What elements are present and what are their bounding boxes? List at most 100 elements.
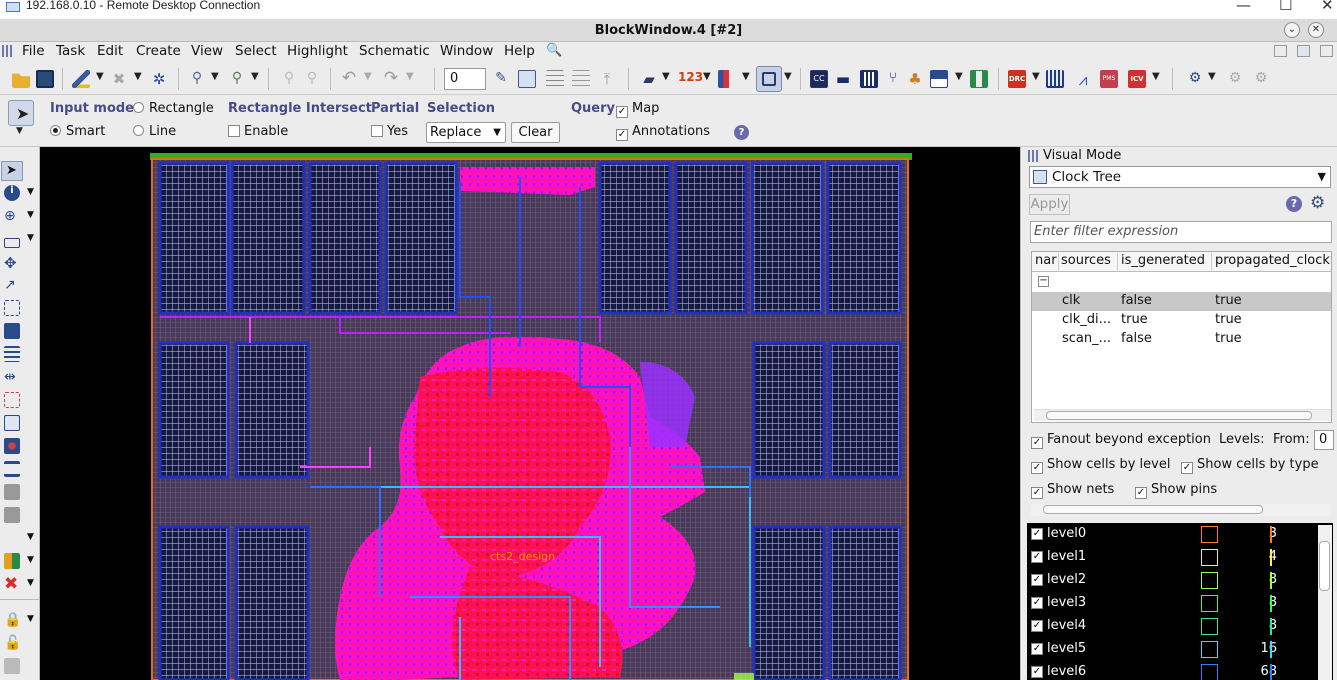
tile-icon[interactable] bbox=[1274, 45, 1287, 57]
float-icon[interactable] bbox=[1320, 45, 1333, 57]
probe2-dropdown-icon[interactable]: ▼ bbox=[251, 71, 259, 82]
layers-icon[interactable]: 123 bbox=[678, 70, 703, 88]
menu-select[interactable]: Select bbox=[235, 43, 277, 59]
prime-icon[interactable]: PMS bbox=[1100, 70, 1118, 88]
redo-dropdown-icon[interactable]: ▼ bbox=[406, 71, 414, 82]
histogram-icon[interactable] bbox=[1046, 70, 1064, 88]
copy-icon[interactable] bbox=[4, 323, 20, 339]
menu-file[interactable]: File bbox=[22, 43, 45, 59]
compare-icon[interactable] bbox=[970, 70, 988, 88]
settings-tree-icon[interactable]: ⚙ bbox=[1186, 70, 1204, 88]
delete-icon[interactable]: ✖ bbox=[110, 70, 128, 88]
cell-array-icon[interactable] bbox=[860, 70, 878, 88]
menu-edit[interactable]: Edit bbox=[97, 43, 123, 59]
visual-mode-dropdown-icon[interactable]: ▼ bbox=[784, 71, 792, 82]
redo-tree-icon[interactable]: ⚙ bbox=[1252, 70, 1270, 88]
chart-dropdown-icon[interactable]: ▼ bbox=[742, 71, 750, 82]
filter-input[interactable]: Enter filter expression bbox=[1030, 221, 1332, 243]
icv-dropdown-icon[interactable]: ▼ bbox=[1152, 71, 1160, 82]
level-color-swatch[interactable] bbox=[1201, 572, 1218, 589]
table-row[interactable]: scan_... false true bbox=[1032, 330, 1331, 349]
color-dropdown-icon[interactable]: ▼ bbox=[27, 555, 34, 565]
ruler-icon[interactable] bbox=[4, 238, 20, 248]
enable-checkbox[interactable]: Enable bbox=[228, 124, 288, 139]
table-row[interactable]: clk_di... true true bbox=[1032, 311, 1331, 330]
show-cells-level-checkbox[interactable]: ✓ Show cells by level bbox=[1031, 457, 1170, 474]
hierarchy-dropdown-icon[interactable]: ▼ bbox=[955, 71, 963, 82]
fork-icon[interactable]: ⑂ bbox=[884, 70, 902, 88]
level-color-swatch[interactable] bbox=[1201, 595, 1218, 612]
remove-icon[interactable]: ✖ bbox=[4, 576, 20, 593]
level-color-swatch[interactable] bbox=[1201, 526, 1218, 543]
undo-dropdown-icon[interactable]: ▼ bbox=[364, 71, 372, 82]
gear-icon[interactable]: ⚙ bbox=[1310, 193, 1325, 213]
level-row[interactable]: ✓ level3 8 bbox=[1027, 592, 1317, 615]
grid-tool-dropdown-icon[interactable]: ▼ bbox=[27, 532, 34, 542]
info-icon[interactable]: i bbox=[4, 185, 20, 201]
chart-icon[interactable] bbox=[718, 70, 736, 88]
stack-icon[interactable] bbox=[4, 346, 20, 362]
options-scrollbar[interactable] bbox=[1031, 504, 1331, 516]
show-pins-checkbox[interactable]: ✓ Show pins bbox=[1135, 482, 1217, 499]
menu-highlight[interactable]: Highlight bbox=[287, 43, 348, 59]
apply-button[interactable]: Apply bbox=[1029, 194, 1070, 215]
distribute-icon[interactable] bbox=[572, 70, 590, 88]
probe-dropdown-icon[interactable]: ▼ bbox=[211, 71, 219, 82]
message-icon[interactable]: ▰ bbox=[640, 70, 658, 88]
col-sources[interactable]: sources bbox=[1058, 253, 1118, 271]
level-row[interactable]: ✓ level5 16 bbox=[1027, 638, 1317, 661]
pen-dropdown-icon[interactable]: ▼ bbox=[96, 71, 104, 82]
minimize-button[interactable]: — bbox=[1236, 0, 1251, 14]
level-checkbox[interactable]: ✓ bbox=[1031, 551, 1043, 563]
collapse-icon[interactable]: − bbox=[1038, 276, 1049, 287]
rectangle-radio[interactable]: Rectangle bbox=[133, 101, 214, 116]
window-collapse-icon[interactable]: ⌄ bbox=[1284, 22, 1300, 38]
remove-dropdown-icon[interactable]: ▼ bbox=[27, 578, 34, 588]
probe2-icon[interactable]: ⚲ bbox=[228, 70, 246, 88]
col-is-generated[interactable]: is_generated bbox=[1118, 253, 1212, 271]
restore-icon[interactable] bbox=[1297, 45, 1310, 57]
show-cells-type-checkbox[interactable]: ✓ Show cells by type bbox=[1181, 457, 1319, 474]
ungroup-icon[interactable]: ⚲ bbox=[280, 70, 298, 88]
pen-icon[interactable] bbox=[72, 70, 90, 88]
maximize-button[interactable]: ☐ bbox=[1279, 0, 1292, 14]
layout-canvas[interactable]: cts2_design bbox=[40, 147, 1020, 680]
level-row[interactable]: ✓ level4 8 bbox=[1027, 615, 1317, 638]
col-name[interactable]: nar bbox=[1032, 253, 1059, 271]
grid-icon[interactable] bbox=[518, 70, 536, 88]
selection-select[interactable]: Replace ▼ bbox=[426, 122, 506, 143]
yes-checkbox[interactable]: Yes bbox=[371, 124, 408, 139]
align-icon[interactable] bbox=[546, 70, 564, 88]
menu-help[interactable]: Help bbox=[504, 43, 535, 59]
table-scrollbar[interactable] bbox=[1034, 409, 1331, 421]
level-color-swatch[interactable] bbox=[1201, 664, 1218, 680]
split-icon[interactable]: ⇹ bbox=[4, 369, 20, 385]
level-row[interactable]: ✓ level1 4 bbox=[1027, 546, 1317, 569]
icv-icon[interactable]: ICV bbox=[1128, 70, 1146, 88]
drc-icon[interactable]: DRC bbox=[1008, 70, 1026, 88]
resize-icon[interactable] bbox=[4, 300, 20, 316]
levels-scrollbar[interactable] bbox=[1318, 525, 1332, 680]
level-checkbox[interactable]: ✓ bbox=[1031, 597, 1043, 609]
cut-icon[interactable] bbox=[4, 392, 20, 408]
merge-icon[interactable] bbox=[4, 415, 20, 431]
col-propagated[interactable]: propagated_clock bbox=[1212, 253, 1331, 271]
pin-icon[interactable] bbox=[4, 658, 20, 674]
zoom-icon[interactable]: ⊕ bbox=[4, 208, 20, 224]
zoom-dropdown-icon[interactable]: ▼ bbox=[27, 210, 34, 220]
open-folder-icon[interactable] bbox=[12, 73, 30, 88]
fanout-checkbox[interactable]: ✓ Fanout beyond exception bbox=[1031, 432, 1211, 449]
level-checkbox[interactable]: ✓ bbox=[1031, 666, 1043, 678]
level-row[interactable]: ✓ level6 68 bbox=[1027, 661, 1317, 680]
group-icon[interactable]: ⚲ bbox=[303, 70, 321, 88]
select-mode-button[interactable]: ➤ bbox=[8, 100, 34, 126]
search-icon[interactable]: 🔍 bbox=[546, 43, 562, 58]
show-nets-checkbox[interactable]: ✓ Show nets bbox=[1031, 482, 1114, 499]
align-tool-icon[interactable] bbox=[4, 461, 20, 477]
select-mode-dropdown-icon[interactable]: ▼ bbox=[16, 126, 23, 136]
move-icon[interactable]: ✥ bbox=[4, 254, 20, 272]
top-align-icon[interactable]: ⤒ bbox=[598, 70, 616, 88]
flip-icon[interactable] bbox=[4, 438, 20, 454]
level-row[interactable]: ✓ level0 3 bbox=[1027, 523, 1317, 546]
info-dropdown-icon[interactable]: ▼ bbox=[27, 187, 34, 197]
